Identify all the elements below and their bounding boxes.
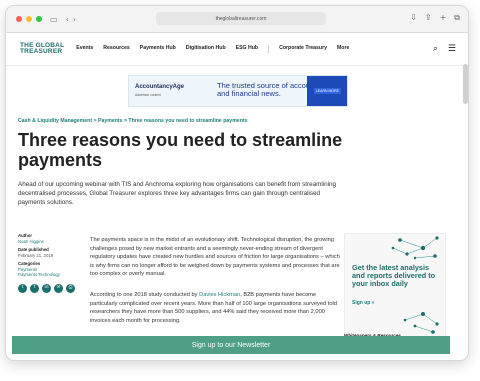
- breadcrumb[interactable]: Cash & Liquidity Management > Payments >…: [18, 118, 247, 124]
- social-share: t f in ✉ ⎙: [18, 283, 78, 293]
- category-link-payments-technology[interactable]: Payments Technology: [18, 272, 78, 278]
- article-meta: Author Noah Higgins Date published Febru…: [18, 233, 78, 293]
- address-bar[interactable]: theglobaltreasurer.com: [156, 12, 326, 25]
- menu-item-resources[interactable]: Resources: [103, 45, 130, 53]
- linkedin-icon[interactable]: in: [42, 283, 51, 293]
- email-icon[interactable]: ✉: [54, 283, 63, 293]
- article-paragraph: According to one 2018 study conducted by…: [90, 291, 340, 325]
- date-value: February 21, 2019: [18, 252, 54, 258]
- back-icon[interactable]: ‹: [66, 15, 69, 24]
- search-icon[interactable]: ⌕: [433, 44, 438, 54]
- promo-headline: Get the latest analysis and reports deli…: [352, 263, 436, 288]
- new-tab-icon[interactable]: +: [440, 13, 447, 23]
- hamburger-menu-icon[interactable]: ☰: [448, 44, 456, 54]
- menu-item-payments-hub[interactable]: Payments Hub: [140, 45, 176, 53]
- newsletter-promo[interactable]: Get the latest analysis and reports deli…: [344, 233, 446, 339]
- article-paragraph: The payments space is in the midst of an…: [90, 237, 340, 278]
- author-link[interactable]: Noah Higgins: [18, 239, 78, 245]
- advertisement-banner[interactable]: AccountancyAge Advertiser content The tr…: [128, 75, 348, 107]
- twitter-icon[interactable]: t: [18, 283, 27, 293]
- facebook-icon[interactable]: f: [30, 283, 39, 293]
- newsletter-label: Sign up to our Newsletter: [191, 341, 271, 349]
- browser-toolbar: ▭ ‹ › theglobaltreasurer.com ⇩ ⇪ + ⧉: [6, 6, 468, 33]
- site-header: THE GLOBAL TREASURER Events Resources Pa…: [6, 33, 468, 66]
- scrollbar[interactable]: [463, 64, 468, 104]
- share-icon[interactable]: ⇪: [425, 13, 432, 23]
- menu-item-esg-hub[interactable]: ESG Hub: [236, 45, 258, 53]
- close-dot[interactable]: [16, 16, 22, 22]
- address-text: theglobaltreasurer.com: [215, 15, 267, 22]
- main-menu: Events Resources Payments Hub Digitisati…: [76, 45, 349, 53]
- article-lead: Ahead of our upcoming webinar with TIS a…: [18, 181, 337, 206]
- site-logo[interactable]: THE GLOBAL TREASURER: [20, 42, 64, 56]
- ad-brand-sub: Advertiser content: [135, 93, 161, 97]
- menu-divider: [268, 45, 270, 53]
- menu-item-more[interactable]: More: [337, 45, 349, 53]
- maximize-dot[interactable]: [36, 16, 42, 22]
- newsletter-signup-bar[interactable]: Sign up to our Newsletter: [12, 336, 450, 354]
- menu-item-events[interactable]: Events: [76, 45, 93, 53]
- article-title: Three reasons you need to streamline pay…: [18, 130, 343, 170]
- forward-icon[interactable]: ›: [73, 15, 76, 24]
- sidebar-toggle-icon[interactable]: ▭: [50, 15, 58, 24]
- paragraph-text: According to one 2018 study conducted by: [90, 292, 200, 298]
- menu-item-corporate-treasury[interactable]: Corporate Treasury: [279, 45, 327, 53]
- download-icon[interactable]: ⇩: [410, 13, 417, 23]
- promo-signup-link[interactable]: Sign up »: [352, 300, 375, 306]
- logo-line-2: TREASURER: [20, 48, 63, 55]
- minimize-dot[interactable]: [26, 16, 32, 22]
- print-icon[interactable]: ⎙: [66, 283, 75, 293]
- window-controls: [12, 16, 42, 22]
- ad-learn-more-button[interactable]: LEARN MORE: [313, 88, 341, 94]
- tabs-overview-icon[interactable]: ⧉: [454, 13, 460, 23]
- ad-brand: AccountancyAge: [135, 84, 185, 90]
- menu-item-digitisation-hub[interactable]: Digitisation Hub: [186, 45, 226, 53]
- davies-hickman-link[interactable]: Davies Hickman: [199, 292, 240, 298]
